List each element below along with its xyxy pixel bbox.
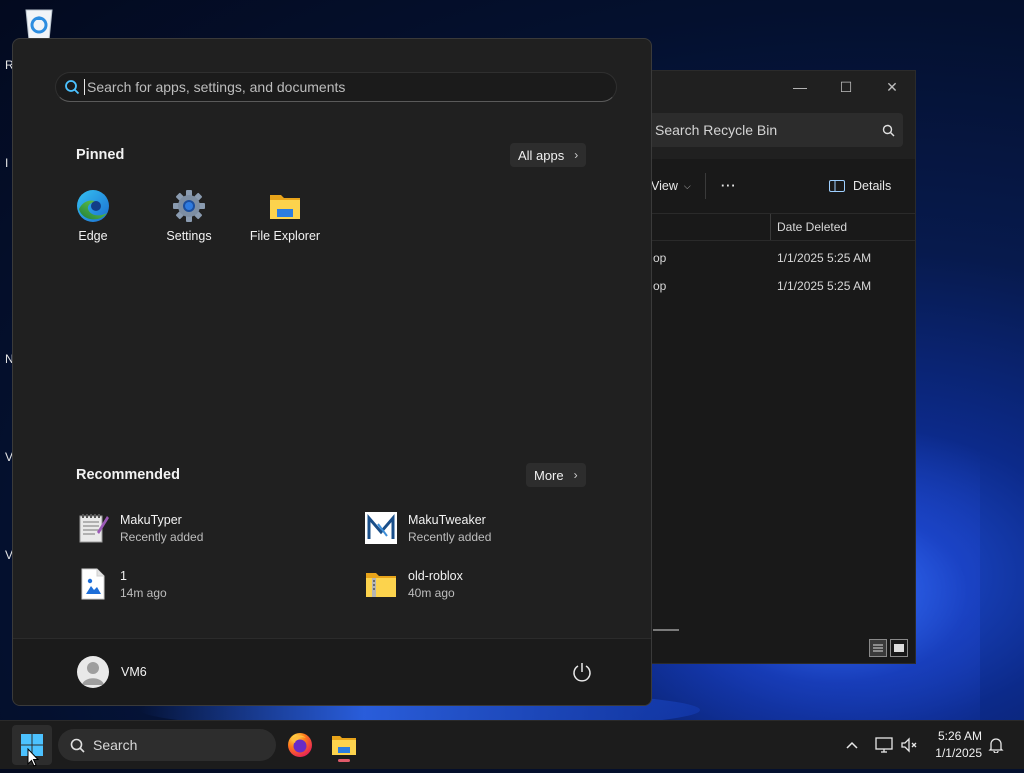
desktop-label-fragment: I [5, 156, 9, 170]
network-icon[interactable] [872, 733, 896, 757]
start-menu-footer: VM6 [13, 638, 651, 705]
recommended-subtitle: 40m ago [408, 585, 455, 600]
column-divider[interactable] [770, 214, 771, 240]
zip-folder-icon [364, 567, 398, 601]
pinned-app-label: Edge [78, 229, 108, 243]
volume-muted-icon[interactable] [897, 733, 921, 757]
command-bar: View ⌵ ··· Details [643, 159, 915, 214]
pinned-heading: Pinned [76, 147, 125, 163]
all-apps-label: All apps [518, 147, 565, 163]
chevron-right-icon: › [574, 148, 579, 162]
file-date-deleted: 1/1/2025 5:25 AM [777, 251, 872, 265]
notepad-icon [76, 511, 110, 545]
recommended-item[interactable]: 1 14m ago [76, 562, 326, 606]
search-placeholder: Search Recycle Bin [655, 122, 778, 138]
notification-bell-icon[interactable] [984, 733, 1008, 757]
taskbar-app-firefox[interactable] [280, 725, 320, 765]
firefox-icon [288, 733, 312, 757]
pinned-app-edge[interactable]: Edge [50, 173, 136, 253]
view-label: View [651, 179, 678, 193]
window-titlebar[interactable]: — ☐ ✕ [643, 71, 915, 103]
search-icon [64, 79, 80, 95]
more-label: More [534, 467, 564, 483]
details-view-icon[interactable] [869, 639, 887, 657]
pinned-app-settings[interactable]: Settings [146, 173, 232, 253]
details-pane-button[interactable]: Details [829, 159, 891, 213]
taskbar-clock[interactable]: 5:26 AM 1/1/2025 [935, 728, 982, 762]
address-bar-region: Search Recycle Bin [643, 103, 915, 159]
horizontal-scrollbar[interactable] [653, 629, 679, 631]
makutweaker-icon [364, 511, 398, 545]
mouse-pointer-icon [27, 747, 40, 768]
recommended-heading: Recommended [76, 467, 180, 483]
recommended-item[interactable]: MakuTweaker Recently added [364, 506, 614, 550]
folder-icon [268, 189, 302, 223]
recommended-subtitle: Recently added [120, 529, 204, 544]
edge-icon [76, 189, 110, 223]
column-date-deleted[interactable]: Date Deleted [777, 220, 847, 234]
recommended-subtitle: Recently added [408, 529, 492, 544]
taskbar-search[interactable]: Search [58, 729, 276, 761]
file-name-fragment[interactable]: op [653, 279, 666, 293]
chevron-up-icon[interactable] [840, 733, 864, 757]
image-file-icon [76, 567, 110, 601]
file-date-deleted: 1/1/2025 5:25 AM [777, 279, 872, 293]
settings-gear-icon [172, 189, 206, 223]
pinned-app-label: File Explorer [249, 229, 321, 243]
clock-time: 5:26 AM [937, 729, 982, 743]
details-pane-icon [829, 180, 845, 192]
start-menu: Pinned All apps › Edge [12, 38, 652, 706]
start-search-input[interactable] [85, 78, 616, 96]
recommended-title: MakuTyper [120, 512, 182, 527]
running-indicator [338, 759, 350, 762]
maximize-button[interactable]: ☐ [823, 71, 869, 103]
taskbar-app-file-explorer[interactable] [324, 725, 364, 765]
details-label: Details [853, 179, 892, 193]
search-icon[interactable] [873, 124, 903, 137]
more-options-button[interactable]: ··· [721, 159, 737, 213]
minimize-button[interactable]: — [777, 71, 823, 103]
recommended-item[interactable]: old-roblox 40m ago [364, 562, 614, 606]
recommended-title: 1 [120, 568, 127, 583]
more-button[interactable]: More › [526, 463, 586, 487]
pinned-app-file-explorer[interactable]: File Explorer [242, 173, 328, 253]
user-name: VM6 [121, 665, 147, 679]
taskbar: Search 5:26 AM 1/1/2025 [0, 720, 1024, 769]
pinned-app-label: Settings [166, 229, 212, 243]
all-apps-button[interactable]: All apps › [510, 143, 587, 167]
recommended-title: MakuTweaker [408, 512, 486, 527]
recycle-bin-search-input[interactable]: Search Recycle Bin [643, 113, 903, 147]
recommended-item[interactable]: MakuTyper Recently added [76, 506, 326, 550]
power-icon[interactable] [571, 661, 593, 683]
command-separator [705, 173, 706, 199]
chevron-down-icon: ⌵ [683, 180, 691, 191]
user-account-button[interactable]: VM6 [77, 656, 147, 688]
recycle-bin-window: — ☐ ✕ Search Recycle Bin View ⌵ ··· Deta… [642, 70, 916, 664]
view-menu-button[interactable]: View ⌵ [651, 159, 691, 213]
close-button[interactable]: ✕ [869, 71, 915, 103]
taskbar-search-label: Search [93, 737, 138, 753]
chevron-right-icon: › [573, 468, 578, 482]
recycle-bin-desktop-icon[interactable] [20, 6, 58, 42]
clock-date: 1/1/2025 [935, 746, 982, 760]
start-search-box[interactable] [55, 72, 617, 102]
search-icon [70, 738, 85, 753]
large-icons-view-icon[interactable] [890, 639, 908, 657]
column-header-row: Date Deleted [643, 214, 915, 241]
file-name-fragment[interactable]: op [653, 251, 666, 265]
avatar [77, 656, 109, 688]
recommended-title: old-roblox [408, 568, 463, 583]
recommended-subtitle: 14m ago [120, 585, 167, 600]
file-explorer-icon [332, 736, 356, 755]
